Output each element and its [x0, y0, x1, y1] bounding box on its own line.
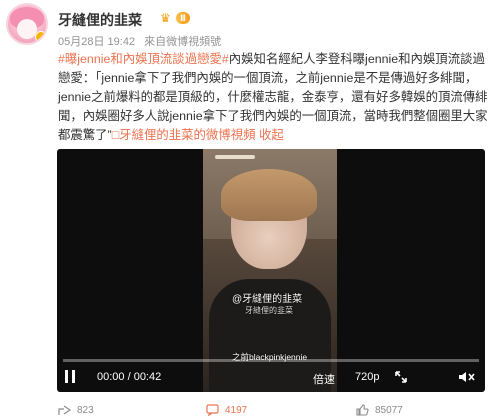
post-meta: 05月28日 19:42 來自微博視頻號 [58, 33, 227, 49]
avatar-face [17, 19, 37, 39]
collapse-link[interactable]: 收起 [259, 128, 284, 142]
share-button[interactable]: 823 [58, 404, 94, 416]
comment-count: 4197 [225, 404, 248, 416]
share-icon [58, 405, 71, 415]
avatar[interactable] [6, 3, 48, 45]
video-player[interactable]: @牙縫俚的韭菜 牙縫俚的韭菜 之前blackpinkjennie 00:00 /… [57, 149, 485, 392]
video-controls: 00:00 / 00:42 倍速 720p [57, 363, 485, 392]
post-timestamp[interactable]: 05月28日 19:42 [58, 36, 135, 48]
pause-icon[interactable] [63, 369, 77, 385]
vip-level: Ⅱ [176, 12, 190, 24]
video-watermark: @牙縫俚的韭菜 [232, 294, 303, 305]
crown-icon: ♛ [160, 11, 171, 25]
video-time: 00:00 / 00:42 [97, 371, 162, 383]
comment-button[interactable]: 4197 [206, 404, 247, 416]
like-button[interactable]: 85077 [356, 404, 403, 416]
pip-icon[interactable] [393, 369, 409, 385]
video-link[interactable]: □牙縫俚的韭菜的微博視頻 [112, 128, 256, 142]
speed-button[interactable]: 倍速 [313, 371, 335, 387]
video-progress-bar[interactable] [63, 359, 479, 362]
vip-badge[interactable]: ♛ Ⅱ [160, 11, 190, 25]
post-source: 來自微博視頻號 [144, 36, 222, 48]
hashtag-link[interactable]: #曝jennie和內娛頂流談過戀愛# [58, 52, 229, 66]
verified-badge-icon [35, 31, 46, 43]
video-watermark-sub: 牙縫俚的韭菜 [245, 306, 293, 315]
share-count: 823 [77, 404, 94, 416]
resolution-button[interactable]: 720p [355, 371, 379, 383]
post-body: #曝jennie和內娛頂流談過戀愛#內娛知名經紀人李登科曝jennie和內娛頂流… [58, 50, 488, 145]
action-bar: 823 4197 85077 [58, 404, 488, 417]
like-count: 85077 [375, 404, 403, 416]
comment-icon [206, 404, 219, 416]
author-name[interactable]: 牙縫俚的韭菜 [58, 10, 142, 30]
ceiling-light [215, 155, 255, 159]
mute-icon[interactable] [457, 369, 477, 385]
thumbs-up-icon [356, 404, 369, 416]
person-hair [221, 169, 317, 221]
